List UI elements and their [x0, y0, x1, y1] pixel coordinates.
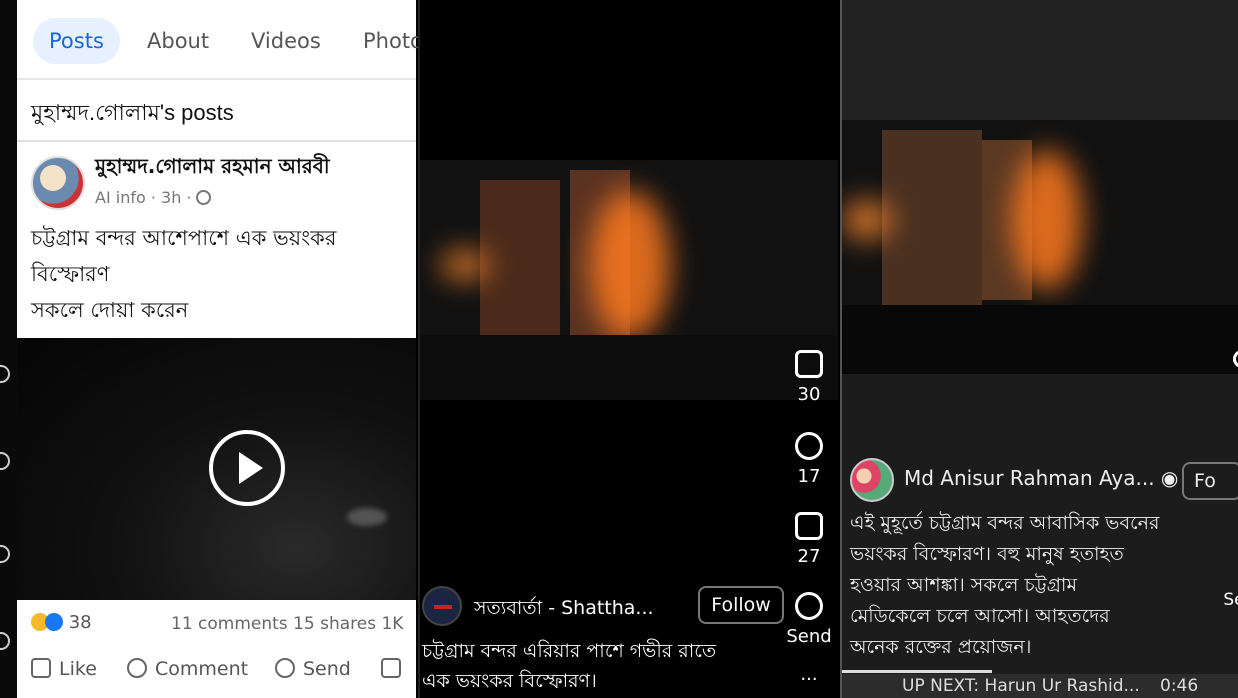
up-next-duration: 0:46 — [1160, 676, 1199, 696]
share-icon — [381, 658, 401, 678]
up-next-label: UP NEXT: Harun Ur Rashid... — [902, 676, 1140, 696]
post-author[interactable]: Md Anisur Rahman Aya... ◉ — [904, 466, 1178, 490]
post-meta-text: AI info · 3h · — [95, 188, 192, 207]
tab-photos[interactable]: Photo — [347, 18, 418, 64]
channel-logo[interactable] — [422, 586, 462, 626]
post-text-line: হওয়ার আশঙ্কা। সকলে চট্টগ্রাম — [850, 574, 1077, 596]
post-video[interactable] — [17, 338, 416, 600]
video-post-panel: Md Anisur Rahman Aya... ◉ Fo এই মুহূর্তে… — [840, 0, 1238, 698]
like-icon — [1233, 350, 1238, 368]
reel-video[interactable] — [420, 160, 838, 400]
post-text-line: মেডিকেলে চলে আসো। আহতদের — [850, 605, 1110, 627]
globe-icon — [195, 190, 211, 205]
facebook-post-panel: Posts About Videos Photo মুহাম্মদ.গোলাম'… — [0, 0, 418, 698]
tab-videos[interactable]: Videos — [235, 18, 337, 64]
like-button[interactable]: Like — [31, 658, 97, 680]
post-text-line: অনেক রক্তের প্রয়োজন। — [850, 636, 1032, 658]
messenger-icon — [795, 592, 823, 620]
send-button[interactable]: Send — [275, 658, 351, 680]
post-author[interactable]: মুহাম্মদ.গোলাম রহমান আরবী — [95, 152, 330, 185]
reactions[interactable]: 38 — [31, 612, 92, 633]
post-card: Md Anisur Rahman Aya... ◉ Fo এই মুহূর্তে… — [842, 374, 1238, 674]
video-light — [347, 508, 387, 526]
post-text-line: এই মুহূর্তে চট্টগ্রাম বন্দর আবাসিক ভবনের — [850, 512, 1160, 534]
messenger-icon[interactable] — [0, 632, 10, 650]
reel-panel: 30 17 27 Send ... সত্যবার্তা - Shattha..… — [418, 0, 838, 698]
share-count: 27 — [797, 546, 821, 567]
up-next-bar[interactable]: UP NEXT: Harun Ur Rashid... 0:46 — [842, 674, 1238, 698]
reel-caption: চট্টগ্রাম বন্দর এরিয়ার পাশে গভীর রাতে এ… — [422, 636, 802, 696]
tab-about[interactable]: About — [131, 18, 225, 64]
like-label: Like — [59, 658, 97, 680]
building — [480, 180, 560, 350]
post-text-line: বিস্ফোরণ — [31, 262, 110, 286]
follow-button[interactable]: Follow — [698, 586, 784, 624]
comment-label: Comment — [155, 658, 249, 680]
reaction-count: 38 — [68, 612, 92, 633]
globe-icon: ◉ — [1160, 466, 1179, 490]
avatar[interactable] — [31, 156, 85, 210]
profile-tabs: Posts About Videos Photo — [17, 0, 418, 80]
caption-line: এক ভয়ংকর বিস্ফোরণ। — [422, 670, 597, 692]
play-icon[interactable] — [209, 430, 285, 506]
post-stats[interactable]: 11 comments 15 shares 1K — [171, 614, 403, 634]
like-reaction-icon — [45, 613, 63, 631]
post-text-line: চট্টগ্রাম বন্দর আশেপাশে এক ভয়ংকর — [31, 226, 337, 250]
share-action[interactable]: 27 — [786, 512, 832, 567]
divider — [17, 140, 416, 142]
crowd — [420, 335, 838, 400]
side-label: Se — [1223, 590, 1238, 610]
post-text-line: সকলে দোয়া করেন — [31, 298, 189, 322]
video-progress[interactable] — [842, 670, 992, 673]
fire — [1012, 150, 1082, 290]
like-count: 30 — [797, 384, 821, 405]
tab-posts[interactable]: Posts — [33, 18, 120, 64]
comment-action[interactable]: 17 — [786, 432, 832, 487]
author-name: Md Anisur Rahman Aya... — [904, 466, 1155, 490]
fire — [590, 190, 670, 340]
left-edge-strip — [0, 0, 17, 698]
comment-button[interactable]: Comment — [127, 658, 248, 680]
post-text: চট্টগ্রাম বন্দর আশেপাশে এক ভয়ংকর বিস্ফো… — [31, 220, 411, 328]
comment-icon — [795, 432, 823, 460]
share-icon[interactable] — [0, 545, 10, 563]
post-text: এই মুহূর্তে চট্টগ্রাম বন্দর আবাসিক ভবনের… — [850, 508, 1220, 663]
send-label: Send — [303, 658, 351, 680]
post-text-line: ভয়ংকর বিস্ফোরণ। বহু মানুষ হতাহত — [850, 543, 1124, 565]
share-button[interactable] — [381, 658, 409, 680]
comment-count: 17 — [797, 466, 821, 487]
caption-line: চট্টগ্রাম বন্দর এরিয়ার পাশে গভীর রাতে — [422, 640, 717, 662]
comment-icon — [127, 658, 147, 678]
thumbs-up-icon — [795, 350, 823, 378]
post-footer: 38 11 comments 15 shares 1K Like Comment… — [17, 600, 416, 698]
thumbs-up-icon — [31, 658, 51, 678]
like-icon[interactable] — [0, 365, 10, 383]
avatar[interactable] — [850, 458, 894, 502]
like-action[interactable]: 30 — [786, 350, 832, 405]
post-card: Posts About Videos Photo মুহাম্মদ.গোলাম'… — [17, 0, 418, 338]
share-icon — [795, 512, 823, 540]
follow-button[interactable]: Fo — [1182, 462, 1238, 500]
post-meta: AI info · 3h · — [95, 188, 211, 207]
fire — [842, 200, 892, 240]
post-video[interactable] — [842, 120, 1238, 375]
building — [882, 130, 982, 310]
channel-row: সত্যবার্তা - Shattha... Follow — [422, 584, 784, 628]
messenger-icon — [275, 658, 295, 678]
page-title: মুহাম্মদ.গোলাম's posts — [31, 100, 234, 125]
comment-icon[interactable] — [0, 452, 10, 470]
crowd — [842, 305, 1238, 375]
channel-name[interactable]: সত্যবার্তা - Shattha... — [474, 594, 654, 626]
fire — [440, 250, 490, 280]
side-icon[interactable] — [1230, 350, 1238, 368]
